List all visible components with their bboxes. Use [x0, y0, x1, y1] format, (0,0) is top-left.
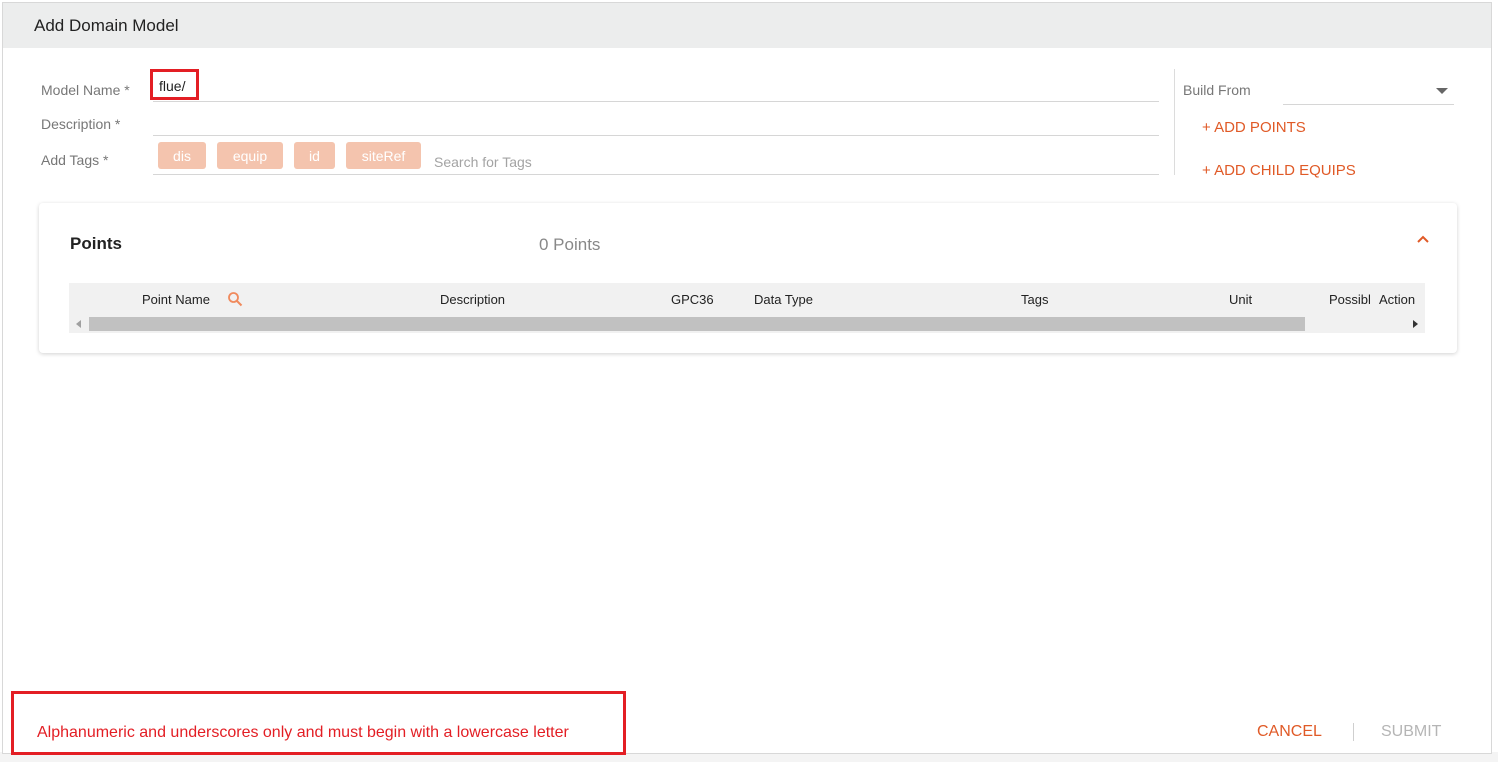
- model-name-input[interactable]: [159, 77, 197, 95]
- tag-chip-siteref[interactable]: siteRef: [346, 142, 421, 169]
- dialog-header: Add Domain Model: [3, 3, 1491, 48]
- add-child-equips-button[interactable]: + ADD CHILD EQUIPS: [1202, 162, 1356, 179]
- add-points-button[interactable]: + ADD POINTS: [1202, 119, 1306, 136]
- build-from-label: Build From: [1183, 82, 1251, 98]
- column-point-name[interactable]: Point Name: [142, 292, 210, 307]
- scrollbar-thumb[interactable]: [89, 317, 1305, 331]
- validation-error-message: Alphanumeric and underscores only and mu…: [37, 724, 569, 741]
- model-name-input-highlight: [150, 69, 199, 100]
- points-title: Points: [70, 234, 122, 253]
- description-label: Description *: [41, 116, 121, 132]
- footer-separator: [1353, 723, 1354, 741]
- column-data-type[interactable]: Data Type: [754, 292, 813, 307]
- column-tags[interactable]: Tags: [1021, 292, 1048, 307]
- add-tags-label: Add Tags *: [41, 152, 109, 168]
- scroll-left-arrow-icon[interactable]: [76, 320, 81, 328]
- vertical-divider: [1174, 69, 1175, 175]
- build-from-select[interactable]: [1283, 80, 1454, 105]
- caret-down-icon: [1436, 88, 1448, 94]
- model-name-label: Model Name *: [41, 82, 130, 98]
- search-icon[interactable]: [227, 291, 243, 307]
- points-panel: Points 0 Points Point Name Description G…: [39, 203, 1457, 353]
- tag-chip-equip[interactable]: equip: [217, 142, 283, 169]
- validation-error-highlight: Alphanumeric and underscores only and mu…: [11, 691, 626, 755]
- horizontal-scrollbar[interactable]: [69, 315, 1425, 333]
- tag-chip-dis[interactable]: dis: [158, 142, 206, 169]
- tag-search-input[interactable]: [434, 152, 1134, 172]
- description-underline: [153, 135, 1159, 136]
- dialog-title: Add Domain Model: [34, 16, 179, 35]
- column-unit[interactable]: Unit: [1229, 292, 1252, 307]
- cancel-button[interactable]: CANCEL: [1257, 723, 1322, 741]
- points-count: 0 Points: [539, 235, 601, 254]
- tag-chip-id[interactable]: id: [294, 142, 335, 169]
- column-possible[interactable]: Possibl: [1329, 292, 1375, 307]
- scroll-right-arrow-icon[interactable]: [1413, 320, 1418, 328]
- submit-button[interactable]: SUBMIT: [1381, 723, 1441, 741]
- points-table-header: Point Name Description GPC36 Data Type T…: [69, 283, 1425, 315]
- description-input[interactable]: [153, 116, 1158, 136]
- column-gpc36[interactable]: GPC36: [671, 292, 714, 307]
- add-domain-model-dialog: Add Domain Model Model Name * Descriptio…: [2, 2, 1492, 755]
- tags-underline: [153, 174, 1159, 175]
- column-action[interactable]: Action: [1379, 292, 1415, 307]
- chevron-up-icon[interactable]: [1416, 233, 1430, 245]
- model-name-underline: [153, 101, 1159, 102]
- column-description[interactable]: Description: [440, 292, 505, 307]
